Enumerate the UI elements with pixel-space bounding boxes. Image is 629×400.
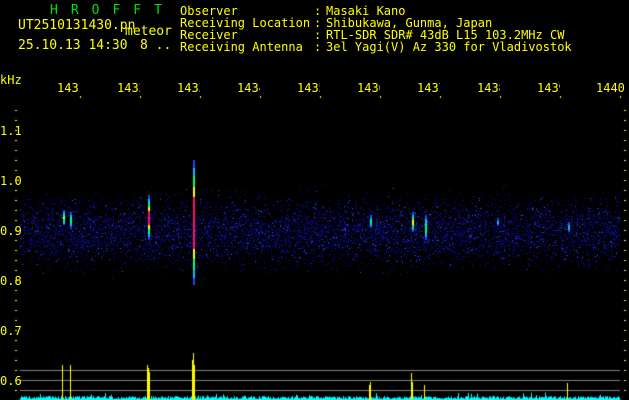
freq-label: 1433 xyxy=(177,81,200,95)
freq-label: 1431 xyxy=(57,81,80,95)
y-label: 0.9 xyxy=(0,224,22,238)
hrofft-window: HROFFT UT2510131430.pn meteor 25.10.13 1… xyxy=(0,0,629,400)
file-name: UT2510131430.pn xyxy=(18,18,136,33)
count: 8 .. xyxy=(140,38,172,53)
freq-label: 1437 xyxy=(417,81,440,95)
antenna-value: 3el Yagi(V) Az 330 for Vladivostok xyxy=(326,40,572,54)
y-label: 1.0 xyxy=(0,174,22,188)
freq-label: 1438 xyxy=(477,81,500,95)
app-title: HROFFT xyxy=(50,3,175,18)
freq-label: 1434 xyxy=(237,81,260,95)
colon: : xyxy=(314,40,322,54)
freq-unit: kHz xyxy=(0,73,22,87)
freq-label: 1432 xyxy=(117,81,140,95)
mode-label: meteor xyxy=(125,24,172,39)
y-label: 0.7 xyxy=(0,324,22,338)
y-label: 0.6 xyxy=(0,374,22,388)
antenna-label: Receiving Antenna xyxy=(180,40,303,54)
datetime: 25.10.13 14:30 xyxy=(18,38,128,53)
freq-label: 1435 xyxy=(297,81,320,95)
freq-label: 1440 xyxy=(596,81,625,95)
y-label: 1.1 xyxy=(0,124,22,138)
spectrogram-waterfall xyxy=(0,0,629,400)
freq-label: 1439 xyxy=(537,81,560,95)
y-label: 0.8 xyxy=(0,274,22,288)
freq-label: 1436 xyxy=(357,81,380,95)
